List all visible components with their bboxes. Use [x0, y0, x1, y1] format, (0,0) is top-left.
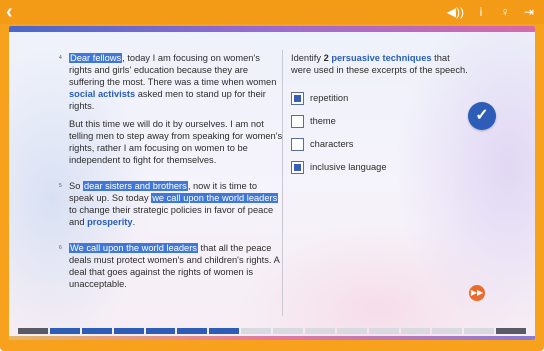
- column-divider: [282, 50, 283, 316]
- fast-forward-button[interactable]: ▶▶: [469, 285, 485, 301]
- checkbox[interactable]: [291, 137, 304, 151]
- option-repetition[interactable]: repetition: [291, 90, 471, 106]
- option-label: repetition: [310, 93, 349, 103]
- keyword: prosperity: [87, 217, 133, 227]
- highlighted-phrase: we call upon the world leaders: [151, 193, 279, 203]
- progress-segment: [304, 328, 335, 334]
- option-theme[interactable]: theme: [291, 113, 471, 129]
- question-area: Identify 2 persuasive techniques that we…: [291, 52, 471, 182]
- progress-segment: [18, 328, 48, 334]
- answer-options: repetition theme characters inclusive la…: [291, 90, 471, 175]
- progress-segment: [145, 328, 176, 334]
- highlighted-phrase: dear sisters and brothers: [82, 181, 188, 191]
- paragraph-number: 5: [59, 183, 62, 189]
- option-inclusive-language[interactable]: inclusive language: [291, 159, 471, 175]
- passage-text: .: [132, 217, 136, 227]
- progress-segment: [432, 328, 463, 334]
- back-arrow-icon[interactable]: ‹: [6, 2, 26, 22]
- passage-text: So: [69, 181, 83, 191]
- hint-icon[interactable]: ♀: [498, 4, 512, 20]
- progress-segment: [81, 328, 112, 334]
- checkbox[interactable]: [291, 114, 304, 128]
- progress-segment: [368, 328, 399, 334]
- panel-top-border: [9, 26, 535, 32]
- panel-bottom-border: [9, 336, 535, 340]
- paragraph-number: 6: [59, 245, 62, 251]
- top-bar: ‹ ◀)) i ♀ ⇥: [0, 0, 544, 24]
- progress-segment: [496, 328, 526, 334]
- check-answer-button[interactable]: ✓: [468, 102, 496, 130]
- info-icon[interactable]: i: [474, 4, 488, 20]
- progress-bar: [18, 328, 526, 334]
- exit-icon[interactable]: ⇥: [522, 4, 536, 20]
- volume-icon[interactable]: ◀)): [447, 4, 464, 20]
- progress-segment: [209, 328, 240, 334]
- content-panel: 4 Dear fellows, today I am focusing on w…: [9, 26, 535, 340]
- highlighted-phrase: Dear fellows: [69, 53, 123, 63]
- checkbox[interactable]: [291, 160, 304, 174]
- progress-segment: [464, 328, 495, 334]
- speech-passage: 4 Dear fellows, today I am focusing on w…: [59, 52, 283, 296]
- option-label: characters: [310, 139, 354, 149]
- question-text: Identify: [291, 53, 324, 63]
- progress-segment: [273, 328, 303, 334]
- progress-segment: [113, 328, 144, 334]
- question-keyword: persuasive techniques: [331, 53, 432, 63]
- paragraph-number: 4: [59, 55, 62, 61]
- top-toolbar: ◀)) i ♀ ⇥: [447, 4, 536, 20]
- paragraph-4-continued: But this time we will do it by ourselves…: [69, 119, 283, 165]
- progress-segment: [336, 328, 367, 334]
- question-count: 2: [323, 53, 329, 63]
- option-label: inclusive language: [310, 162, 387, 172]
- checkbox[interactable]: [291, 91, 304, 105]
- question-prompt: Identify 2 persuasive techniques that we…: [291, 52, 471, 76]
- progress-segment: [400, 328, 431, 334]
- progress-segment: [49, 328, 80, 334]
- progress-segment: [177, 328, 208, 334]
- keyword: social activists: [69, 89, 136, 99]
- paragraph-4: 4 Dear fellows, today I am focusing on w…: [59, 52, 283, 112]
- paragraph-5: 5 So dear sisters and brothers, now it i…: [59, 180, 283, 228]
- progress-segment: [241, 328, 271, 334]
- option-label: theme: [310, 116, 336, 126]
- highlighted-phrase: We call upon the world leaders: [69, 243, 198, 253]
- option-characters[interactable]: characters: [291, 136, 471, 152]
- paragraph-6: 6 We call upon the world leaders that al…: [59, 242, 283, 290]
